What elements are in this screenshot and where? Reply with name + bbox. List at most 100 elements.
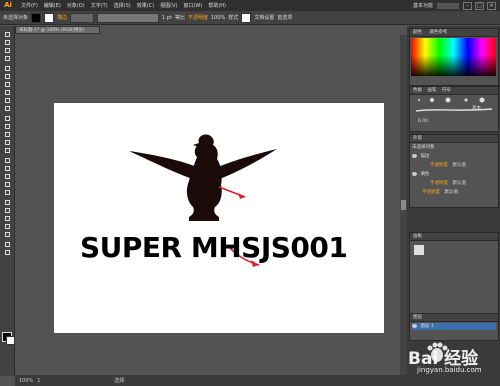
scale-tool-icon[interactable]	[3, 132, 11, 138]
menu-effect[interactable]: 效果(C)	[134, 2, 157, 9]
zoom-tool-icon[interactable]	[3, 250, 11, 256]
free-transform-tool-icon[interactable]	[3, 148, 11, 154]
artboard-tool-icon[interactable]	[3, 224, 11, 230]
opacity-label[interactable]: 不透明度	[188, 14, 208, 21]
blend-tool-icon[interactable]	[3, 200, 11, 206]
shape-builder-tool-icon[interactable]	[3, 158, 11, 164]
stroke-value[interactable]: 1 pt	[162, 15, 172, 21]
brush-dots[interactable]	[414, 97, 494, 103]
variable-width-field[interactable]	[97, 12, 160, 23]
appearance-opacity-row[interactable]: 不透明度 默认值	[412, 162, 496, 169]
rotate-tool-icon[interactable]	[3, 124, 11, 130]
hand-tool-icon[interactable]	[3, 242, 11, 248]
status-bar: 100% 1 选择	[15, 375, 407, 386]
type-tool-icon[interactable]	[3, 74, 11, 80]
stroke-weight-field[interactable]	[70, 12, 95, 23]
search-input[interactable]	[436, 1, 460, 10]
column-graph-tool-icon[interactable]	[3, 216, 11, 222]
appearance-object-opacity-value: 默认值	[444, 190, 458, 195]
maximize-icon[interactable]: □	[475, 1, 484, 10]
appearance-fill-opacity-value: 默认值	[452, 181, 466, 186]
menu-help[interactable]: 帮助(H)	[205, 2, 229, 9]
appearance-opacity-label[interactable]: 不透明度	[430, 163, 448, 168]
uniform-profile[interactable]: 等比	[175, 14, 185, 21]
eye-icon[interactable]	[412, 171, 417, 176]
direct-selection-tool-icon[interactable]	[3, 40, 11, 46]
perspective-grid-tool-icon[interactable]	[3, 166, 11, 172]
preferences-button[interactable]: 首选项	[277, 14, 292, 21]
selection-tool-icon[interactable]	[3, 32, 11, 38]
color-panel-header: 颜色 颜色参考	[410, 29, 498, 37]
selection-status: 未选择对象	[3, 15, 29, 21]
appearance-fill-opacity-label[interactable]: 不透明度	[430, 181, 448, 186]
width-tool-icon[interactable]	[3, 140, 11, 146]
appearance-fill-label: 填色	[420, 172, 430, 177]
eraser-tool-icon[interactable]	[3, 116, 11, 122]
stroke-color-swatch[interactable]	[6, 336, 15, 345]
brush-stroke-preview[interactable]	[414, 107, 494, 113]
menu-file[interactable]: 文件(F)	[18, 2, 41, 9]
tab-brushes[interactable]: 画笔	[427, 88, 436, 93]
artboards-panel: 画板	[409, 232, 499, 314]
layers-panel-header: 图层	[410, 314, 498, 322]
menu-type[interactable]: 文字(T)	[88, 2, 111, 9]
close-icon[interactable]: ×	[487, 1, 496, 10]
bird-body-shape	[186, 134, 222, 221]
vertical-scrollbar-thumb[interactable]	[401, 200, 406, 210]
artboards-panel-header: 画板	[410, 233, 498, 241]
artboard-thumbnail[interactable]	[414, 245, 424, 255]
mesh-tool-icon[interactable]	[3, 174, 11, 180]
magic-wand-tool-icon[interactable]	[3, 48, 11, 54]
appearance-object-row: 未选择对象	[412, 145, 435, 150]
layers-panel: 图层 图层 1	[409, 313, 499, 341]
current-tool-status: 选择	[114, 378, 125, 384]
document-tab[interactable]: 未标题-1* @ 100% (RGB/预览)	[15, 26, 100, 34]
layer-name[interactable]: 图层 1	[420, 324, 433, 329]
eye-icon[interactable]	[412, 323, 417, 328]
paintbrush-tool-icon[interactable]	[3, 98, 11, 104]
lasso-tool-icon[interactable]	[3, 56, 11, 62]
tab-color[interactable]: 颜色	[413, 30, 422, 35]
rectangle-tool-icon[interactable]	[3, 90, 11, 96]
line-tool-icon[interactable]	[3, 82, 11, 88]
style-swatch[interactable]	[241, 12, 252, 23]
appearance-fill-opacity-row[interactable]: 不透明度 默认值	[412, 180, 496, 187]
menu-object[interactable]: 对象(O)	[64, 2, 88, 9]
menu-select[interactable]: 选择(S)	[111, 2, 134, 9]
menu-bar: Ai 文件(F) 编辑(E) 对象(O) 文字(T) 选择(S) 效果(C) 视…	[0, 0, 500, 11]
wordmark-text[interactable]: SUPER MHSJS001	[80, 231, 348, 264]
gradient-tool-icon[interactable]	[3, 182, 11, 188]
pen-tool-icon[interactable]	[3, 66, 11, 72]
zoom-level[interactable]: 100%	[19, 378, 33, 384]
menu-edit[interactable]: 编辑(E)	[41, 2, 64, 9]
eye-icon[interactable]	[412, 153, 417, 158]
tab-swatches[interactable]: 色板	[413, 88, 422, 93]
appearance-panel-header: 外观	[410, 135, 498, 143]
minimize-icon[interactable]: –	[463, 1, 472, 10]
symbol-sprayer-tool-icon[interactable]	[3, 208, 11, 214]
tab-color-guide[interactable]: 颜色参考	[429, 30, 447, 35]
fill-swatch[interactable]	[31, 12, 42, 23]
menu-view[interactable]: 视图(V)	[157, 2, 180, 9]
pencil-tool-icon[interactable]	[3, 106, 11, 112]
artboard-page[interactable]: 1	[37, 378, 40, 384]
appearance-stroke-row[interactable]: 描边	[412, 153, 496, 160]
appearance-fill-row[interactable]: 填色	[412, 171, 496, 178]
appearance-object-opacity-label[interactable]: 不透明度	[422, 190, 440, 195]
eyedropper-tool-icon[interactable]	[3, 190, 11, 196]
stroke-label[interactable]: 描边	[57, 14, 67, 21]
tab-symbols[interactable]: 符号	[442, 88, 451, 93]
stroke-swatch[interactable]	[44, 12, 55, 23]
slice-tool-icon[interactable]	[3, 232, 11, 238]
control-bar: 未选择对象 描边 1 pt 等比 不透明度 100% 样式 文档设置 首选项	[0, 11, 500, 25]
brushes-panel: 色板 画笔 符号 基本 6.00	[409, 86, 499, 132]
document-setup-button[interactable]: 文档设置	[254, 14, 274, 21]
color-panel: 颜色 颜色参考	[409, 28, 499, 86]
opacity-value[interactable]: 100%	[211, 15, 225, 21]
menu-window[interactable]: 窗口(W)	[180, 2, 205, 9]
beak-shape	[193, 143, 199, 147]
workspace-switcher[interactable]: 基本功能	[413, 2, 433, 9]
appearance-object-opacity-row[interactable]: 不透明度 默认值	[412, 189, 496, 196]
color-spectrum[interactable]	[411, 38, 496, 76]
layer-row[interactable]: 图层 1	[412, 323, 496, 330]
